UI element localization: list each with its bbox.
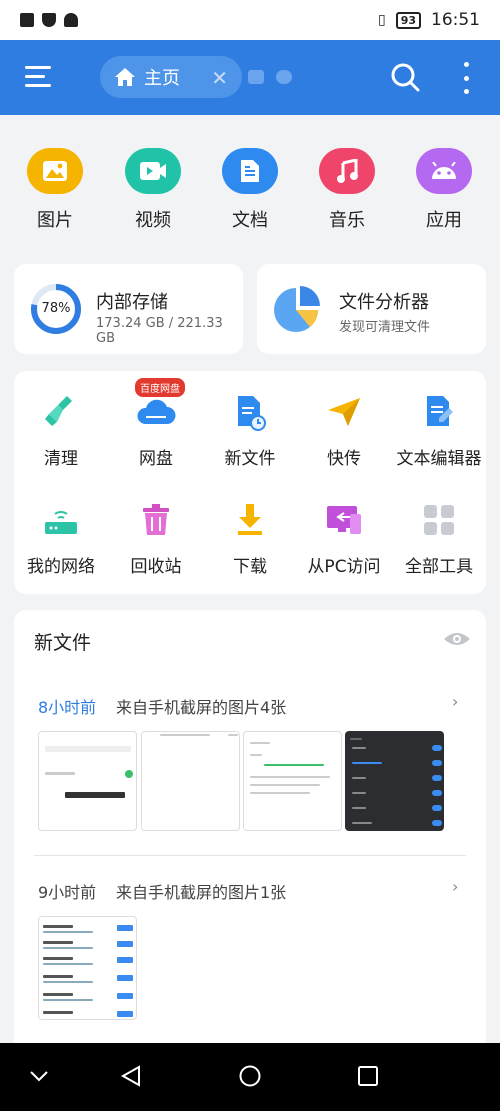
text-editor-icon	[427, 396, 453, 426]
chevron-right-icon[interactable]: ›	[452, 692, 458, 711]
back-icon[interactable]	[120, 1065, 142, 1087]
tool-label: 网盘	[139, 449, 173, 469]
cloud-icon	[137, 399, 176, 424]
category-apps[interactable]: 应用	[404, 148, 484, 232]
menu-icon[interactable]	[25, 66, 51, 88]
window-icon[interactable]	[248, 70, 264, 84]
tool-download[interactable]: 下载	[202, 500, 298, 577]
category-label: 应用	[426, 210, 462, 231]
vibrate-icon: ▯	[377, 12, 386, 28]
music-icon	[319, 148, 375, 194]
eye-icon[interactable]	[443, 631, 471, 647]
file-analyzer-title: 文件分析器	[339, 292, 429, 313]
group-divider	[34, 855, 466, 856]
tool-label: 快传	[327, 449, 361, 469]
cloud-small-icon[interactable]	[276, 70, 292, 84]
download-icon	[238, 504, 262, 535]
system-nav-bar	[0, 1043, 500, 1111]
category-row: 图片 视频 文档 音乐 应用	[0, 148, 500, 238]
file-analyzer-subtitle: 发现可清理文件	[339, 320, 431, 335]
tool-label: 清理	[44, 449, 78, 469]
tool-access-from-pc[interactable]: 从PC访问	[296, 500, 392, 577]
category-label: 音乐	[329, 210, 365, 231]
tool-clean[interactable]: 清理	[13, 392, 109, 469]
file-analyzer-card[interactable]: 文件分析器 发现可清理文件	[257, 264, 486, 354]
screenshot-thumbnail[interactable]	[243, 731, 342, 831]
storage-percent-label: 78%	[41, 301, 71, 316]
all-tools-icon	[424, 505, 454, 535]
app-header: 主页 ✕	[0, 40, 500, 115]
tool-label: 下载	[233, 557, 267, 577]
internal-storage-detail: 173.24 GB / 221.33 GB	[96, 316, 223, 346]
category-videos[interactable]: 视频	[113, 148, 193, 232]
chevron-right-icon[interactable]: ›	[452, 877, 458, 896]
home-nav-icon[interactable]	[239, 1065, 261, 1087]
tool-all-tools[interactable]: 全部工具	[391, 500, 487, 577]
tool-quick-send[interactable]: 快传	[296, 392, 392, 469]
document-icon	[222, 148, 278, 194]
tool-label: 文本编辑器	[396, 449, 482, 469]
tool-new-files[interactable]: 新文件	[202, 392, 298, 469]
chevron-down-icon[interactable]	[28, 1065, 50, 1087]
tool-text-editor[interactable]: 文本编辑器	[391, 392, 487, 469]
home-icon	[115, 68, 135, 86]
tab-home-label: 主页	[144, 68, 180, 89]
trash-icon	[143, 504, 169, 535]
send-icon	[328, 398, 360, 426]
recent-apps-icon[interactable]	[357, 1065, 379, 1087]
tab-home[interactable]: 主页 ✕	[100, 56, 242, 98]
status-bar: ▯ 93 16:51	[0, 0, 500, 40]
video-icon	[125, 148, 181, 194]
close-tab-icon[interactable]: ✕	[211, 66, 228, 90]
category-label: 文档	[232, 210, 268, 231]
group-time: 8小时前	[38, 698, 97, 717]
image-icon	[27, 148, 83, 194]
android-notification-icon	[64, 13, 78, 27]
screenshot-thumbnail[interactable]	[141, 731, 240, 831]
tool-label: 全部工具	[405, 557, 473, 577]
tool-label: 我的网络	[27, 557, 95, 577]
screenshot-thumbnail[interactable]	[38, 916, 137, 1020]
category-label: 图片	[37, 210, 73, 231]
more-options-icon[interactable]	[460, 62, 472, 94]
group-description[interactable]: 来自手机截屏的图片4张	[116, 694, 286, 718]
category-music[interactable]: 音乐	[307, 148, 387, 232]
android-icon	[416, 148, 472, 194]
tool-label: 新文件	[224, 449, 276, 469]
screenshot-thumbnail[interactable]	[38, 731, 137, 831]
tool-recycle-bin[interactable]: 回收站	[108, 500, 204, 577]
new-file-icon	[238, 396, 266, 431]
broom-icon	[45, 396, 72, 426]
category-label: 视频	[135, 210, 171, 231]
shield-notification-icon	[42, 13, 56, 27]
router-icon	[45, 511, 77, 534]
category-documents[interactable]: 文档	[210, 148, 290, 232]
clock: 16:51	[431, 10, 480, 30]
group-time: 9小时前	[38, 883, 97, 902]
tool-my-network[interactable]: 我的网络	[13, 500, 109, 577]
tool-netdisk[interactable]: 网盘	[108, 392, 204, 469]
category-images[interactable]: 图片	[15, 148, 95, 232]
new-files-title: 新文件	[34, 632, 92, 654]
tool-label: 从PC访问	[307, 557, 381, 577]
battery-level: 93	[395, 11, 421, 29]
search-icon[interactable]	[390, 62, 420, 92]
internal-storage-card[interactable]: 78% 内部存储 173.24 GB / 221.33 GB	[14, 264, 243, 354]
internal-storage-title: 内部存储	[96, 292, 168, 313]
gallery-notification-icon	[20, 13, 34, 27]
tool-label: 回收站	[130, 557, 182, 577]
group-description[interactable]: 来自手机截屏的图片1张	[116, 879, 286, 903]
screenshot-thumbnail[interactable]	[345, 731, 444, 831]
pie-chart-icon	[274, 286, 320, 332]
pc-access-icon	[327, 506, 361, 534]
